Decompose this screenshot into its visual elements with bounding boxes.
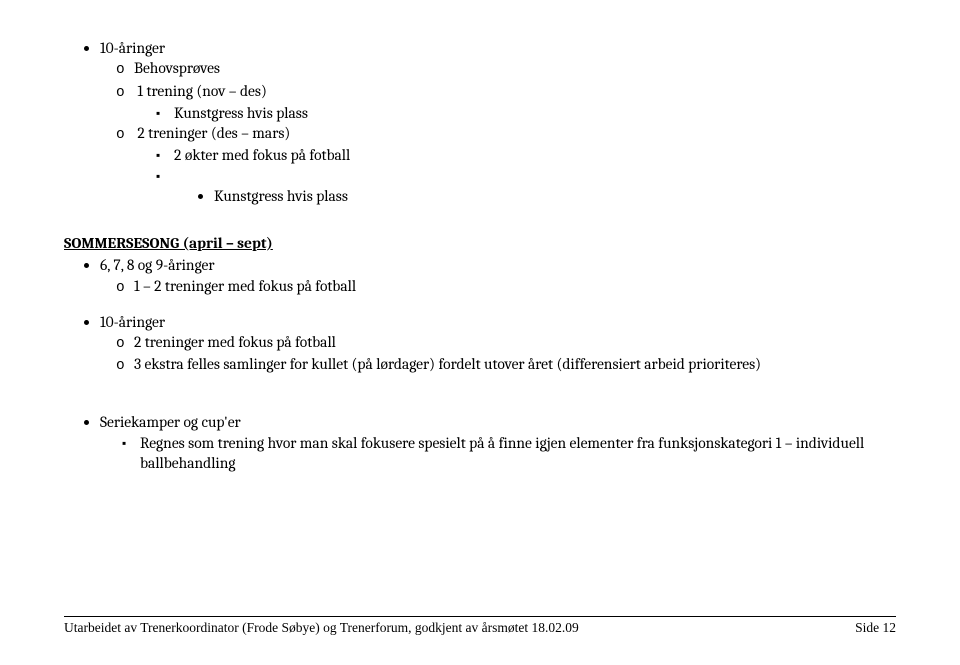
list-item: 2 treninger med fokus på fotball bbox=[134, 332, 896, 354]
text: Regnes som trening hvor man skal fokuser… bbox=[140, 434, 864, 472]
list-item: Regnes som trening hvor man skal fokuser… bbox=[140, 433, 896, 474]
footer-right: Side 12 bbox=[855, 619, 896, 637]
list-seriekamper: Seriekamper og cup'er Regnes som trening… bbox=[64, 412, 896, 473]
sublist: 2 treninger med fokus på fotball 3 ekstr… bbox=[100, 332, 896, 376]
list-item: 1 trening (nov – des) Kunstgress hvis pl… bbox=[134, 81, 896, 124]
text: 2 økter med fokus på fotball bbox=[174, 146, 350, 164]
sublist: Regnes som trening hvor man skal fokuser… bbox=[100, 433, 896, 474]
list-item: 1 – 2 treninger med fokus på fotball bbox=[134, 276, 896, 298]
list-item: Kunstgress hvis plass bbox=[174, 166, 896, 207]
list-item: 10-åringer 2 treninger med fokus på fotb… bbox=[100, 312, 896, 377]
list-item: 3 ekstra felles samlinger for kullet (på… bbox=[134, 354, 896, 376]
text: Behovsprøves bbox=[134, 59, 220, 77]
list-item: Seriekamper og cup'er Regnes som trening… bbox=[100, 412, 896, 473]
text: 2 treninger med fokus på fotball bbox=[134, 333, 336, 351]
sublist: Kunstgress hvis plass bbox=[174, 186, 896, 206]
text: 3 ekstra felles samlinger for kullet (på… bbox=[134, 355, 761, 373]
sublist: 2 økter med fokus på fotball Kunstgress … bbox=[134, 145, 896, 206]
sublist: Behovsprøves 1 trening (nov – des) Kunst… bbox=[100, 58, 896, 206]
content: 10-åringer Behovsprøves 1 trening (nov –… bbox=[64, 38, 896, 474]
list-item: 2 treninger (des – mars) 2 økter med fok… bbox=[134, 123, 896, 206]
text: Kunstgress hvis plass bbox=[174, 104, 308, 122]
list-item: 2 økter med fokus på fotball bbox=[174, 145, 896, 165]
list-10-aringer: 10-åringer Behovsprøves 1 trening (nov –… bbox=[64, 38, 896, 207]
sublist: 1 – 2 treninger med fokus på fotball bbox=[100, 276, 896, 298]
list-item: Behovsprøves bbox=[134, 58, 896, 80]
text: 1 trening (nov – des) bbox=[137, 82, 266, 100]
heading-10-aringer-sommer: 10-åringer bbox=[100, 313, 165, 331]
list-item: 10-åringer Behovsprøves 1 trening (nov –… bbox=[100, 38, 896, 207]
heading-6-9-aringer: 6, 7, 8 og 9-åringer bbox=[100, 256, 215, 274]
footer-left: Utarbeidet av Trenerkoordinator (Frode S… bbox=[64, 619, 579, 637]
list-sommer-2: 10-åringer 2 treninger med fokus på fotb… bbox=[64, 312, 896, 377]
page: 10-åringer Behovsprøves 1 trening (nov –… bbox=[0, 0, 960, 665]
footer: Utarbeidet av Trenerkoordinator (Frode S… bbox=[64, 616, 896, 637]
sublist: Kunstgress hvis plass bbox=[134, 103, 896, 123]
text: 2 treninger (des – mars) bbox=[137, 124, 290, 142]
text: 1 – 2 treninger med fokus på fotball bbox=[134, 277, 356, 295]
list-item: 6, 7, 8 og 9-åringer 1 – 2 treninger med… bbox=[100, 255, 896, 298]
list-item: Kunstgress hvis plass bbox=[214, 186, 896, 206]
list-sommer-1: 6, 7, 8 og 9-åringer 1 – 2 treninger med… bbox=[64, 255, 896, 298]
text: Kunstgress hvis plass bbox=[214, 187, 348, 205]
spacer bbox=[64, 298, 896, 312]
spacer bbox=[64, 376, 896, 412]
heading-seriekamper: Seriekamper og cup'er bbox=[100, 413, 241, 431]
heading-10-aringer: 10-åringer bbox=[100, 39, 165, 57]
list-item: Kunstgress hvis plass bbox=[174, 103, 896, 123]
heading-sommersesong: SOMMERSESONG (april – sept) bbox=[64, 233, 896, 253]
